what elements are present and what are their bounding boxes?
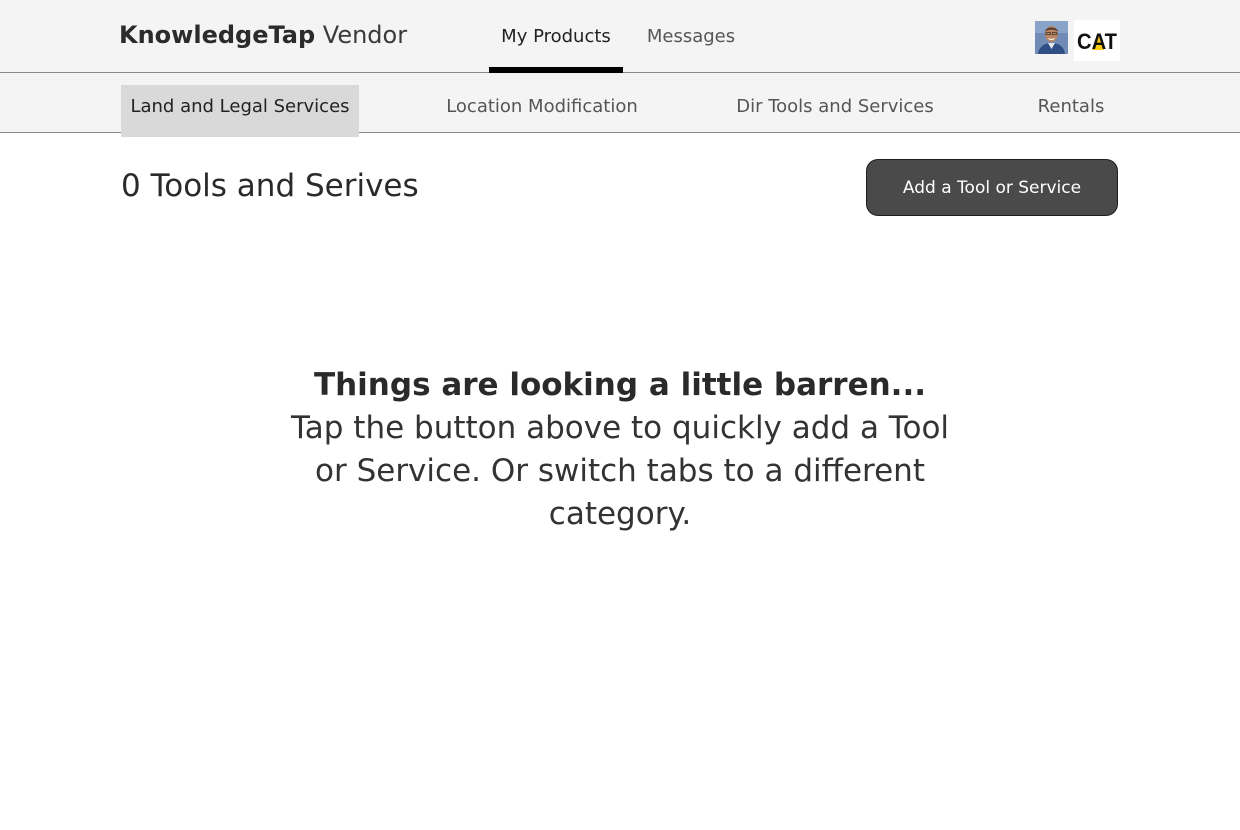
- category-tab-location-modification[interactable]: Location Modification: [437, 85, 647, 137]
- add-tool-button[interactable]: Add a Tool or Service: [866, 159, 1118, 216]
- category-tab-land-legal[interactable]: Land and Legal Services: [121, 85, 359, 137]
- nav-tab-my-products[interactable]: My Products: [489, 0, 623, 76]
- category-tab-rentals[interactable]: Rentals: [1030, 85, 1112, 137]
- brand-name: KnowledgeTap: [119, 21, 316, 49]
- nav-tab-label: Messages: [646, 26, 736, 47]
- empty-state-message: Tap the button above to quickly add a To…: [290, 410, 950, 532]
- empty-state-title: Things are looking a little barren...: [313, 367, 927, 403]
- user-avatar-icon: [1035, 21, 1068, 54]
- category-tab-dir-tools[interactable]: Dir Tools and Services: [728, 85, 942, 137]
- cat-logo-icon: CAT: [1074, 20, 1120, 61]
- page-title: 0 Tools and Serives: [121, 168, 419, 204]
- nav-tab-messages[interactable]: Messages: [636, 0, 746, 76]
- nav-tab-label: My Products: [501, 26, 611, 47]
- user-avatar[interactable]: [1035, 21, 1068, 54]
- company-logo[interactable]: CAT: [1074, 20, 1120, 61]
- brand-logo[interactable]: KnowledgeTap Vendor: [119, 20, 407, 50]
- empty-state: Things are looking a little barren... Ta…: [220, 364, 1020, 536]
- top-header: KnowledgeTap Vendor My Products Messages…: [0, 0, 1240, 76]
- category-tabs: Land and Legal Services Location Modific…: [0, 73, 1240, 137]
- cat-logo-text: CAT: [1077, 29, 1118, 54]
- brand-suffix: Vendor: [315, 21, 408, 49]
